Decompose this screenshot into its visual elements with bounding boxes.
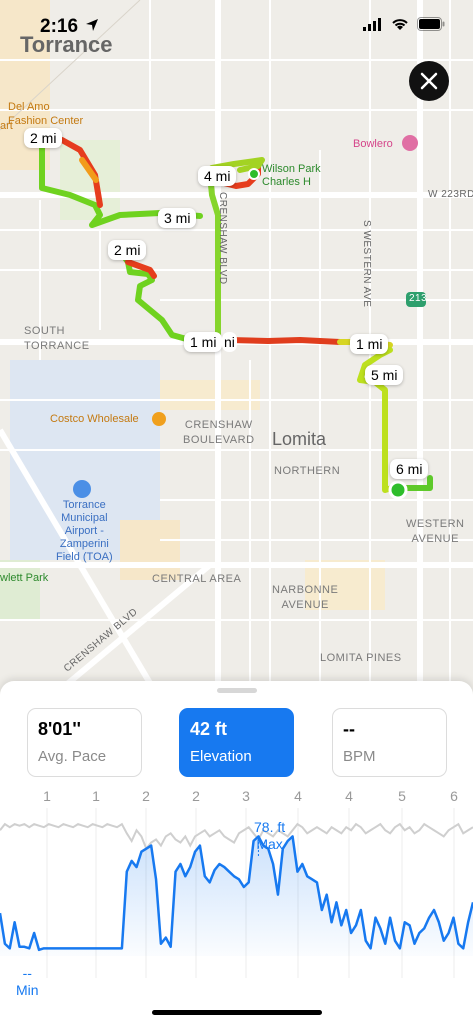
- place-narbonne-avenue: NARBONNE AVENUE: [272, 584, 339, 611]
- bpm-label: BPM: [343, 748, 376, 765]
- metrics-sheet[interactable]: 8'01'' Avg. Pace 42 ft Elevation -- BPM …: [0, 681, 473, 1024]
- signal-icon: [363, 17, 381, 31]
- place-northern: NORTHERN: [274, 465, 341, 477]
- x-tick-label: 4: [294, 788, 302, 804]
- poi-costco[interactable]: Costco Wholesale: [50, 413, 139, 425]
- x-axis-ticks: 1 1 2 2 3 4 4 5 6: [0, 788, 473, 808]
- mile-marker: ni: [222, 332, 237, 352]
- elevation-label: Elevation: [190, 748, 252, 765]
- mile-marker: 6 mi: [390, 459, 429, 479]
- poi-bowlero[interactable]: Bowlero: [353, 138, 393, 150]
- close-button[interactable]: [409, 61, 449, 101]
- street-s-western-ave: S WESTERN AVE: [361, 220, 372, 308]
- x-tick-label: 2: [192, 788, 200, 804]
- street-crenshaw-blvd: CRENSHAW BLVD: [217, 192, 228, 285]
- battery-icon: [417, 17, 445, 31]
- status-time: 2:16: [40, 16, 79, 37]
- elevation-value: 42 ft: [190, 719, 228, 739]
- home-indicator[interactable]: [152, 1010, 322, 1015]
- x-tick-label: 3: [242, 788, 250, 804]
- mile-marker: 4 mi: [198, 166, 237, 186]
- x-tick-label: 6: [450, 788, 458, 804]
- sheet-grabber[interactable]: [217, 688, 257, 693]
- pace-tile[interactable]: 8'01'' Avg. Pace: [27, 708, 142, 777]
- poi-del-amo[interactable]: Del Amo Fashion Center: [8, 100, 83, 128]
- street-w223rd: W 223RD: [428, 189, 473, 200]
- bpm-value: --: [343, 719, 355, 739]
- x-tick-label: 2: [142, 788, 150, 804]
- x-tick-label: 4: [345, 788, 353, 804]
- x-tick-label: 5: [398, 788, 406, 804]
- mile-marker: 3 mi: [158, 208, 197, 228]
- mile-marker: 1 mi: [184, 332, 223, 352]
- wifi-icon: [392, 18, 408, 30]
- route-213-shield: 213: [409, 293, 428, 304]
- pace-label: Avg. Pace: [38, 748, 107, 765]
- x-tick-label: 1: [43, 788, 51, 804]
- place-lomita-pines: LOMITA PINES: [320, 652, 402, 664]
- place-lomita: Lomita: [272, 429, 327, 449]
- min-caption: Min: [16, 982, 39, 998]
- min-label: -- Min: [16, 965, 39, 999]
- route-map[interactable]: Torrance SOUTH TORRANCE CRENSHAW BOULEVA…: [0, 0, 473, 700]
- place-south-torrance: SOUTH TORRANCE: [24, 325, 90, 352]
- close-icon: [420, 72, 438, 90]
- mile-marker: 5 mi: [365, 365, 404, 385]
- place-crenshaw-boulevard: CRENSHAW BOULEVARD: [183, 419, 255, 446]
- bpm-tile[interactable]: -- BPM: [332, 708, 447, 777]
- place-western-avenue: WESTERN AVENUE: [406, 518, 465, 545]
- max-value: 78. ft: [254, 819, 286, 835]
- max-label: 78. ft Max: [254, 819, 285, 853]
- min-value: --: [22, 965, 32, 981]
- max-caption: Max: [256, 836, 283, 852]
- pace-value: 8'01'': [38, 719, 81, 739]
- mile-marker: 2 mi: [24, 128, 63, 148]
- poi-wilson-park[interactable]: Wilson Park Charles H: [262, 163, 321, 189]
- location-arrow-icon: [86, 19, 98, 31]
- elevation-chart[interactable]: [0, 808, 473, 998]
- status-bar: 2:16: [0, 0, 473, 54]
- place-central-area: CENTRAL AREA: [152, 573, 242, 585]
- workout-route-screen: Torrance SOUTH TORRANCE CRENSHAW BOULEVA…: [0, 0, 473, 1024]
- mile-marker: 1 mi: [350, 334, 389, 354]
- poi-art[interactable]: art: [0, 120, 13, 132]
- mile-marker: 2 mi: [108, 240, 147, 260]
- elevation-tile[interactable]: 42 ft Elevation: [179, 708, 294, 777]
- poi-lett-park[interactable]: wlett Park: [0, 572, 48, 584]
- x-tick-label: 1: [92, 788, 100, 804]
- poi-airport[interactable]: Torrance Municipal Airport - Zamperini F…: [56, 499, 113, 564]
